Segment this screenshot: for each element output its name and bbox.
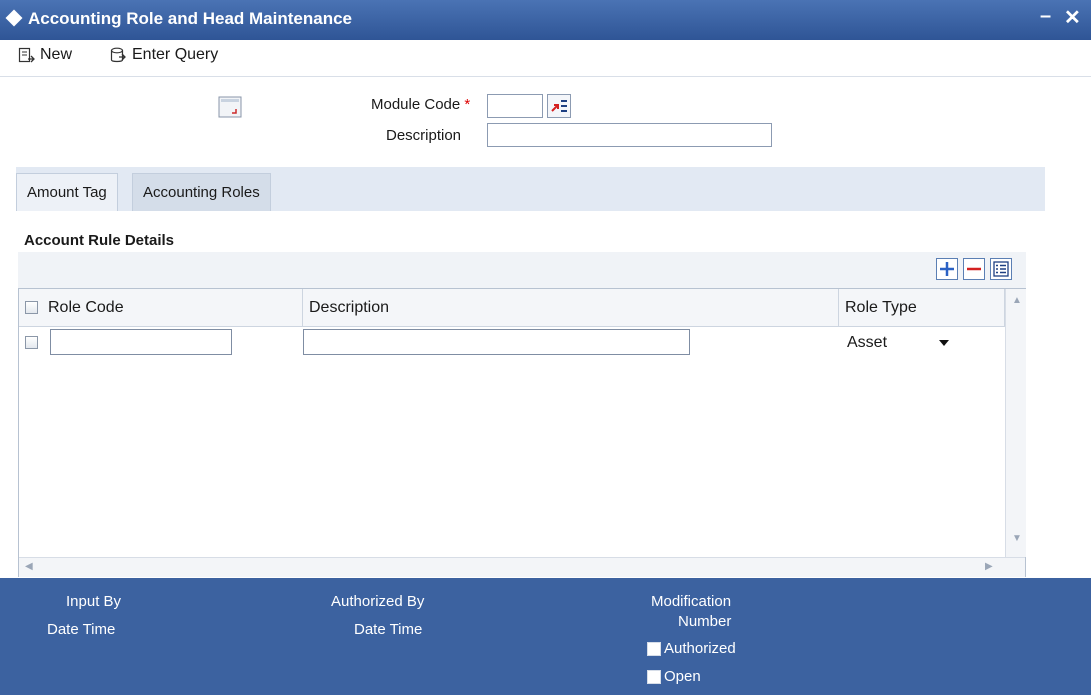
tab-strip: Amount Tag Accounting Roles <box>16 167 1045 211</box>
authorized-checkbox[interactable] <box>647 642 661 656</box>
description-input[interactable] <box>487 123 772 147</box>
single-view-button[interactable] <box>990 258 1012 280</box>
column-header-description: Description <box>303 289 839 327</box>
tab-accounting-roles[interactable]: Accounting Roles <box>132 173 271 211</box>
toolbar: New Enter Query <box>0 40 1091 77</box>
description-label: Description <box>386 127 462 144</box>
audit-footer: Input By Date Time Authorized By Date Ti… <box>0 578 1091 695</box>
role-type-select[interactable]: Asset <box>841 330 955 356</box>
chevron-down-icon <box>939 340 949 346</box>
authorized-label: Authorized <box>664 640 736 657</box>
document-icon[interactable] <box>218 96 242 118</box>
new-button[interactable]: New <box>18 46 72 64</box>
table-row: Asset <box>19 327 1005 359</box>
number-label: Number <box>678 613 732 630</box>
new-label: New <box>40 46 73 63</box>
query-icon <box>110 47 126 62</box>
module-code-input[interactable] <box>487 94 543 118</box>
window-title-bar: Accounting Role and Head Maintenance – ✕ <box>0 0 1091 40</box>
input-date-time-label: Date Time <box>47 621 116 638</box>
column-header-role-type: Role Type <box>839 289 1005 327</box>
minimize-button[interactable]: – <box>1040 5 1051 28</box>
enter-query-label: Enter Query <box>132 46 219 63</box>
enter-query-button[interactable]: Enter Query <box>110 46 218 64</box>
window-title: Accounting Role and Head Maintenance <box>28 9 352 28</box>
close-button[interactable]: ✕ <box>1064 5 1081 30</box>
select-all-checkbox[interactable] <box>25 301 38 314</box>
role-code-input[interactable] <box>50 329 232 355</box>
modification-label: Modification <box>651 593 732 610</box>
open-checkbox[interactable] <box>647 670 661 684</box>
add-row-button[interactable] <box>936 258 958 280</box>
scroll-up-icon[interactable]: ▲ <box>1012 295 1022 306</box>
delete-row-button[interactable] <box>963 258 985 280</box>
vertical-scrollbar[interactable]: ▲ ▼ <box>1005 289 1026 557</box>
app-diamond-icon <box>5 9 23 27</box>
scroll-down-icon[interactable]: ▼ <box>1012 533 1022 544</box>
grid-toolbar <box>18 252 1026 288</box>
required-marker: * <box>464 96 471 113</box>
module-code-label: Module Code * <box>371 96 471 113</box>
grid-header-role-code: Role Code <box>19 289 303 327</box>
authorized-by-label: Authorized By <box>331 593 425 610</box>
module-code-lov-button[interactable] <box>547 94 571 118</box>
open-label: Open <box>664 668 701 685</box>
scroll-right-icon[interactable]: ▶ <box>985 561 993 572</box>
account-rule-grid: Role Code Description Role Type Asset ▲ … <box>18 288 1026 577</box>
horizontal-scrollbar[interactable]: ◀ ▶ <box>19 557 1025 577</box>
row-description-input[interactable] <box>303 329 690 355</box>
list-of-values-icon <box>551 100 567 112</box>
scroll-left-icon[interactable]: ◀ <box>25 561 33 572</box>
authorized-date-time-label: Date Time <box>354 621 423 638</box>
column-header-role-code: Role Code <box>48 298 124 316</box>
role-type-value: Asset <box>847 334 888 351</box>
plus-icon <box>940 262 954 276</box>
input-by-label: Input By <box>66 593 122 610</box>
row-select-checkbox[interactable] <box>25 336 38 349</box>
minus-icon <box>967 267 981 271</box>
new-record-icon <box>18 47 35 62</box>
section-title: Account Rule Details <box>24 232 175 249</box>
tab-amount-tag[interactable]: Amount Tag <box>16 173 118 211</box>
detail-view-icon <box>993 261 1009 277</box>
